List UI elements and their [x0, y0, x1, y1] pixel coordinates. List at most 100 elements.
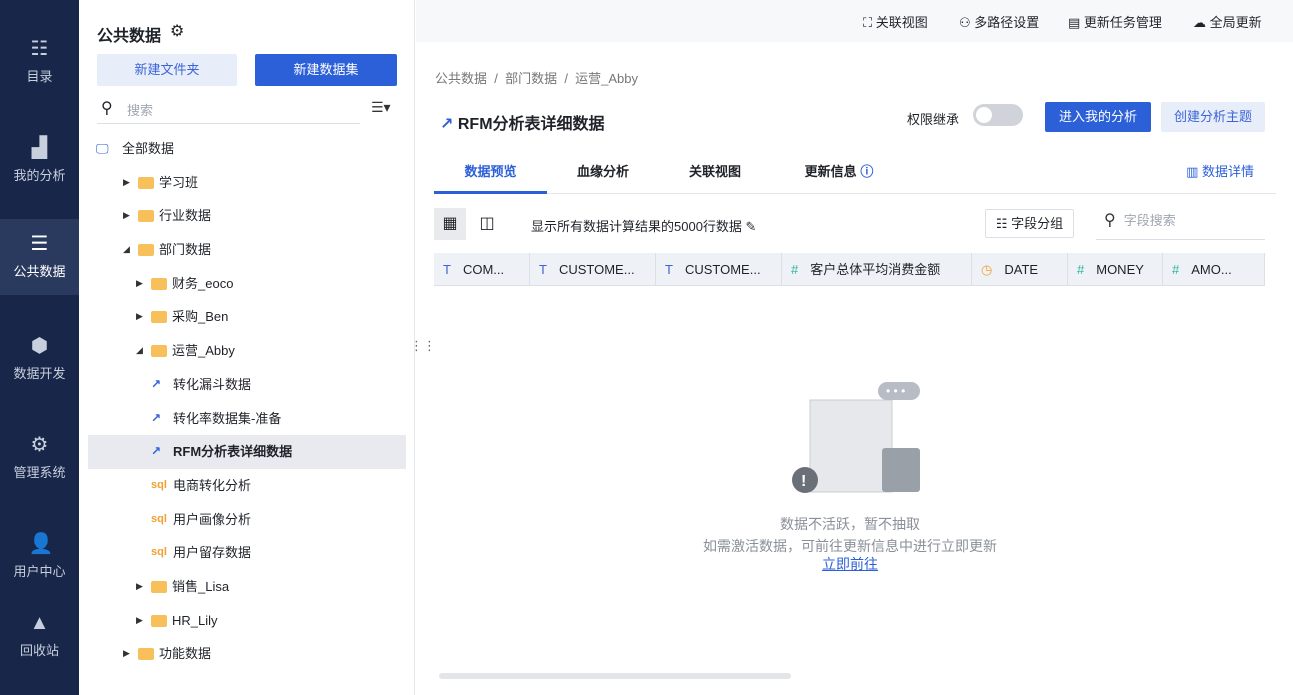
dataset-icon: ↗	[151, 410, 162, 425]
main-nav: ☷ 目录 ▟ 我的分析 ☰ 公共数据 ⬢ 数据开发 ⚙ 管理系统 👤 用户中心 ▲ 回收站	[0, 0, 79, 695]
table-header: T COM... T CUSTOME... T CUSTOME... # 客户总体平均消费金额…	[434, 253, 1265, 286]
caret-right-icon[interactable]: ▶	[123, 637, 130, 671]
catalog-icon: ☷	[30, 38, 49, 60]
breadcrumb-item[interactable]: 公共数据	[435, 71, 487, 86]
nav-item[interactable]: ☷ 目录	[0, 24, 79, 100]
update-task-button[interactable]: ▤ 更新任务管理	[1068, 12, 1162, 31]
recycle-icon: ▲	[29, 612, 50, 634]
column-header[interactable]: ◷ DATE	[972, 253, 1068, 286]
tree-item[interactable]: ◢ 运营_Abby	[79, 334, 415, 368]
column-header[interactable]: T CUSTOME...	[656, 253, 782, 286]
breadcrumb-item[interactable]: 运营_Abby	[575, 71, 638, 86]
permission-label: 权限继承	[907, 112, 960, 127]
tab-update-info[interactable]: 更新信息 ⓘ	[784, 152, 894, 194]
tree-item[interactable]: ▶ 行业数据	[79, 199, 415, 233]
caret-right-icon[interactable]: ▶	[136, 604, 143, 638]
field-group-button[interactable]: ☷ 字段分组	[985, 209, 1074, 238]
tab-preview[interactable]: 数据预览	[434, 152, 547, 194]
row-limit-hint: 显示所有数据计算结果的5000行数据 ✎	[531, 219, 757, 234]
cube-icon: ⬢	[30, 335, 49, 357]
go-now-link[interactable]: 立即前往	[822, 556, 878, 572]
tree-item[interactable]: ↗ 转化率数据集-准备	[79, 402, 415, 436]
folder-icon	[138, 648, 154, 661]
caret-right-icon[interactable]: ▶	[136, 570, 143, 604]
data-tree: 🖵 全部数据 ▶ 学习班 ▶ 行业数据 ◢ 部门数据 ▶ 财务_eoco ▶ 采购_Ben ◢ 运营_Ab…	[79, 132, 415, 671]
tree-item[interactable]: ▶ 功能数据	[79, 637, 415, 671]
tree-item[interactable]: ▶ 销售_Lisa	[79, 570, 415, 604]
tree-item[interactable]: ▶ 学习班	[79, 166, 415, 200]
global-update-button[interactable]: ☁ 全局更新	[1193, 12, 1262, 31]
multipath-settings-button[interactable]: ⚇ 多路径设置	[959, 12, 1039, 31]
grid-view-icon[interactable]: ▦	[434, 208, 466, 240]
create-topic-button[interactable]: 创建分析主题	[1161, 102, 1265, 132]
nav-item[interactable]: 👤 用户中心	[0, 519, 79, 595]
tree-item[interactable]: ↗ RFM分析表详细数据	[88, 435, 406, 469]
folder-icon	[151, 345, 167, 358]
tree-item[interactable]: ◢ 部门数据	[79, 233, 415, 267]
new-dataset-button[interactable]: 新建数据集	[255, 54, 397, 86]
caret-right-icon[interactable]: ▶	[136, 300, 143, 334]
tree-item[interactable]: ▶ 采购_Ben	[79, 300, 415, 334]
nav-label: 数据开发	[13, 366, 66, 381]
number-type-icon: #	[1077, 262, 1085, 277]
sidebar: 公共数据 ⚙ 新建文件夹 新建数据集 ⚲ 搜索 ☰▾ 🖵 全部数据 ▶ 学习班 ▶ 行业数…	[79, 0, 415, 695]
sort-filter-icon[interactable]: ☰▾	[371, 99, 391, 116]
column-header[interactable]: T COM...	[434, 253, 530, 286]
number-type-icon: #	[1172, 262, 1180, 277]
breadcrumb-item[interactable]: 部门数据	[505, 71, 557, 86]
empty-state-illustration: • • • !	[792, 382, 920, 493]
nav-item[interactable]: ▲ 回收站	[0, 598, 79, 674]
layout-view-icon[interactable]: ◫	[471, 208, 503, 240]
column-header[interactable]: # 客户总体平均消费金额	[782, 253, 972, 286]
nav-item[interactable]: ⚙ 管理系统	[0, 420, 79, 496]
permission-inherit-toggle[interactable]	[973, 104, 1023, 126]
folder-icon	[138, 244, 154, 257]
search-placeholder: 搜索	[127, 103, 154, 118]
nav-label: 我的分析	[13, 168, 66, 183]
caret-right-icon[interactable]: ▶	[136, 267, 143, 301]
related-view-button[interactable]: ⛶ 关联视图	[863, 12, 928, 31]
dataset-icon: ↗	[440, 116, 454, 133]
nav-item[interactable]: ⬢ 数据开发	[0, 321, 79, 397]
empty-message: 数据不活跃，暂不抽取	[780, 516, 920, 532]
tree-item[interactable]: ▶ 财务_eoco	[79, 267, 415, 301]
svg-text:!: !	[801, 473, 806, 490]
nav-item[interactable]: ☰ 公共数据	[0, 219, 79, 295]
horizontal-scrollbar[interactable]	[439, 673, 791, 679]
folder-icon	[138, 176, 154, 189]
top-toolbar: ⛶ 关联视图 ⚇ 多路径设置 ▤ 更新任务管理 ☁ 全局更新	[416, 0, 1293, 42]
tab-bar: 数据预览 血缘分析 关联视图 更新信息 ⓘ ▥ 数据详情	[434, 152, 1276, 194]
edit-icon[interactable]: ✎	[746, 219, 757, 234]
search-input[interactable]: ⚲ 搜索	[97, 94, 360, 124]
tree-item[interactable]: sql 用户画像分析	[79, 503, 415, 537]
nav-label: 管理系统	[13, 465, 66, 480]
tab-related-view[interactable]: 关联视图	[659, 152, 771, 194]
new-folder-button[interactable]: 新建文件夹	[97, 54, 237, 86]
column-header[interactable]: # MONEY	[1068, 253, 1163, 286]
page-title: ↗ RFM分析表详细数据	[440, 116, 605, 133]
public-data-icon: ☰	[30, 233, 49, 255]
breadcrumb: 公共数据 / 部门数据 / 运营_Abby	[435, 71, 639, 86]
text-type-icon: T	[443, 262, 451, 277]
field-search-input[interactable]: ⚲ 字段搜索	[1096, 210, 1265, 240]
column-header[interactable]: T CUSTOME...	[530, 253, 656, 286]
tree-item[interactable]: 🖵 全部数据	[79, 132, 415, 166]
nav-item[interactable]: ▟ 我的分析	[0, 123, 79, 199]
tree-item[interactable]: ▶ HR_Lily	[79, 604, 415, 638]
tree-item[interactable]: sql 电商转化分析	[79, 469, 415, 503]
tree-item[interactable]: ↗ 转化漏斗数据	[79, 368, 415, 402]
column-header[interactable]: # AMO...	[1163, 253, 1265, 286]
settings-gear-icon[interactable]: ⚙	[170, 21, 184, 41]
data-detail-button[interactable]: ▥ 数据详情	[1186, 152, 1254, 192]
caret-down-icon[interactable]: ◢	[123, 233, 130, 267]
caret-right-icon[interactable]: ▶	[123, 166, 130, 200]
tab-lineage[interactable]: 血缘分析	[547, 152, 659, 194]
gear-icon: ⚙	[30, 434, 49, 456]
dataset-icon: ↗	[151, 376, 162, 391]
resize-handle[interactable]: ⋮⋮	[410, 338, 436, 354]
sql-icon: sql	[151, 512, 167, 525]
tree-item[interactable]: sql 用户留存数据	[79, 536, 415, 570]
enter-analysis-button[interactable]: 进入我的分析	[1045, 102, 1151, 132]
caret-right-icon[interactable]: ▶	[123, 199, 130, 233]
caret-down-icon[interactable]: ◢	[136, 334, 143, 368]
